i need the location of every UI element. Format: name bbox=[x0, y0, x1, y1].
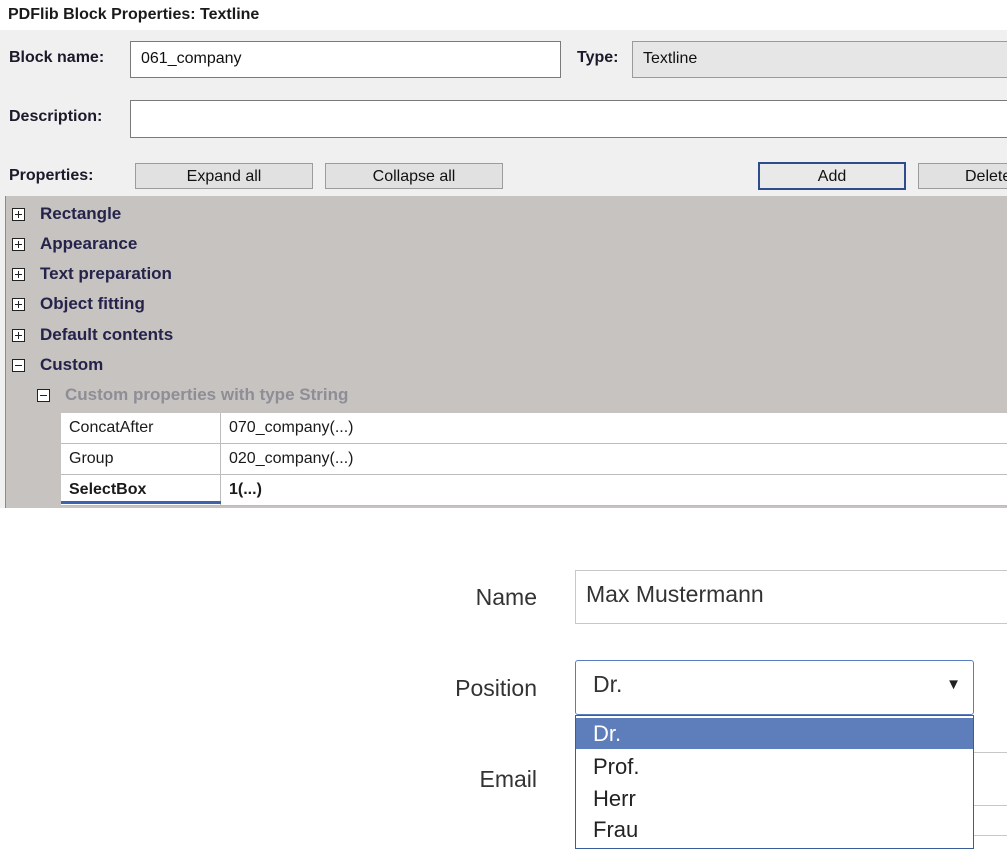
property-value[interactable]: 020_company(...) bbox=[229, 450, 354, 468]
delete-button[interactable]: Delete bbox=[918, 163, 1007, 189]
category-label: Rectangle bbox=[40, 204, 122, 223]
tree-category-text-preparation[interactable]: Text preparation bbox=[12, 261, 912, 291]
add-button[interactable]: Add bbox=[758, 162, 906, 190]
position-select[interactable]: Dr. ▼ bbox=[575, 660, 974, 715]
category-label: Object fitting bbox=[40, 294, 145, 313]
dialog-title: PDFlib Block Properties: Textline bbox=[0, 0, 1007, 30]
expand-plus-icon[interactable] bbox=[12, 238, 25, 251]
tree-category-custom[interactable]: Custom bbox=[12, 352, 912, 382]
category-label: Default contents bbox=[40, 325, 174, 344]
tree-category-appearance[interactable]: Appearance bbox=[12, 231, 912, 261]
category-label: Custom bbox=[40, 355, 104, 374]
property-row-group[interactable]: Group 020_company(...) bbox=[61, 444, 1007, 475]
option-dr[interactable]: Dr. bbox=[576, 718, 973, 749]
expand-plus-icon[interactable] bbox=[12, 329, 25, 342]
position-dropdown-list: Dr. Prof. Herr Frau bbox=[575, 715, 974, 849]
name-label: Name bbox=[475, 584, 537, 610]
expand-plus-icon[interactable] bbox=[12, 298, 25, 311]
selection-indicator bbox=[61, 501, 221, 504]
block-name-input[interactable]: 061_company bbox=[130, 41, 561, 78]
tree-category-rectangle[interactable]: Rectangle bbox=[12, 201, 912, 231]
property-row-concatafter[interactable]: ConcatAfter 070_company(...) bbox=[61, 413, 1007, 444]
property-key: Group bbox=[61, 444, 221, 474]
position-selected-value: Dr. bbox=[593, 671, 623, 697]
property-key: ConcatAfter bbox=[61, 413, 221, 443]
chevron-down-icon[interactable]: ▼ bbox=[946, 676, 961, 693]
property-value[interactable]: 1(...) bbox=[229, 481, 262, 499]
position-label: Position bbox=[455, 675, 537, 701]
category-label: Appearance bbox=[40, 234, 138, 253]
email-label: Email bbox=[479, 766, 537, 792]
type-field: Textline bbox=[632, 41, 1007, 78]
type-label: Type: bbox=[577, 49, 619, 66]
description-label: Description: bbox=[9, 108, 103, 125]
block-name-label: Block name: bbox=[9, 49, 105, 66]
name-input[interactable]: Max Mustermann bbox=[575, 570, 1007, 624]
tree-subcategory-custom-string[interactable]: Custom properties with type String bbox=[37, 382, 937, 412]
collapse-minus-icon[interactable] bbox=[37, 389, 50, 402]
option-frau[interactable]: Frau bbox=[576, 814, 973, 845]
category-label: Text preparation bbox=[40, 264, 172, 283]
properties-label: Properties: bbox=[9, 167, 94, 184]
description-input[interactable] bbox=[130, 100, 1007, 138]
expand-plus-icon[interactable] bbox=[12, 268, 25, 281]
tree-category-default-contents[interactable]: Default contents bbox=[12, 322, 912, 352]
option-herr[interactable]: Herr bbox=[576, 783, 973, 814]
subcategory-label: Custom properties with type String bbox=[65, 385, 349, 404]
property-value[interactable]: 070_company(...) bbox=[229, 419, 354, 437]
block-properties-dialog: PDFlib Block Properties: Textline Block … bbox=[0, 0, 1007, 508]
properties-tree: Rectangle Appearance Text preparation Ob… bbox=[5, 196, 1007, 508]
option-prof[interactable]: Prof. bbox=[576, 751, 973, 782]
expand-plus-icon[interactable] bbox=[12, 208, 25, 221]
expand-all-button[interactable]: Expand all bbox=[135, 163, 313, 189]
collapse-all-button[interactable]: Collapse all bbox=[325, 163, 503, 189]
tree-category-object-fitting[interactable]: Object fitting bbox=[12, 291, 912, 321]
collapse-minus-icon[interactable] bbox=[12, 359, 25, 372]
